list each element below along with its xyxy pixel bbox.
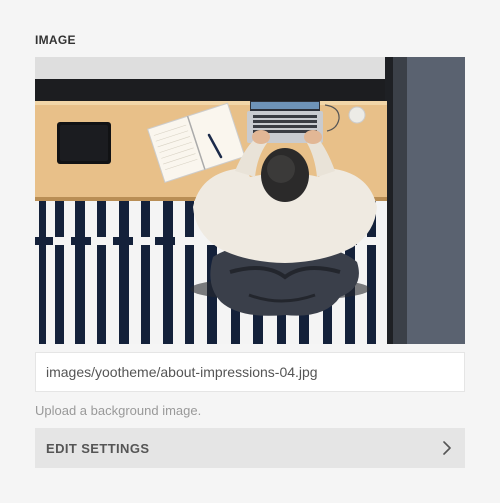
image-path-input[interactable] — [35, 352, 465, 392]
image-illustration — [35, 57, 465, 344]
edit-settings-label: EDIT SETTINGS — [46, 440, 150, 456]
edit-settings-button[interactable]: EDIT SETTINGS — [35, 428, 465, 468]
image-settings-panel: IMAGE images/yootheme/about-impressions-… — [0, 0, 500, 503]
section-title: IMAGE — [35, 33, 76, 47]
image-preview[interactable] — [35, 57, 465, 344]
chevron-right-icon — [441, 441, 453, 455]
help-text: Upload a background image. — [35, 403, 202, 418]
